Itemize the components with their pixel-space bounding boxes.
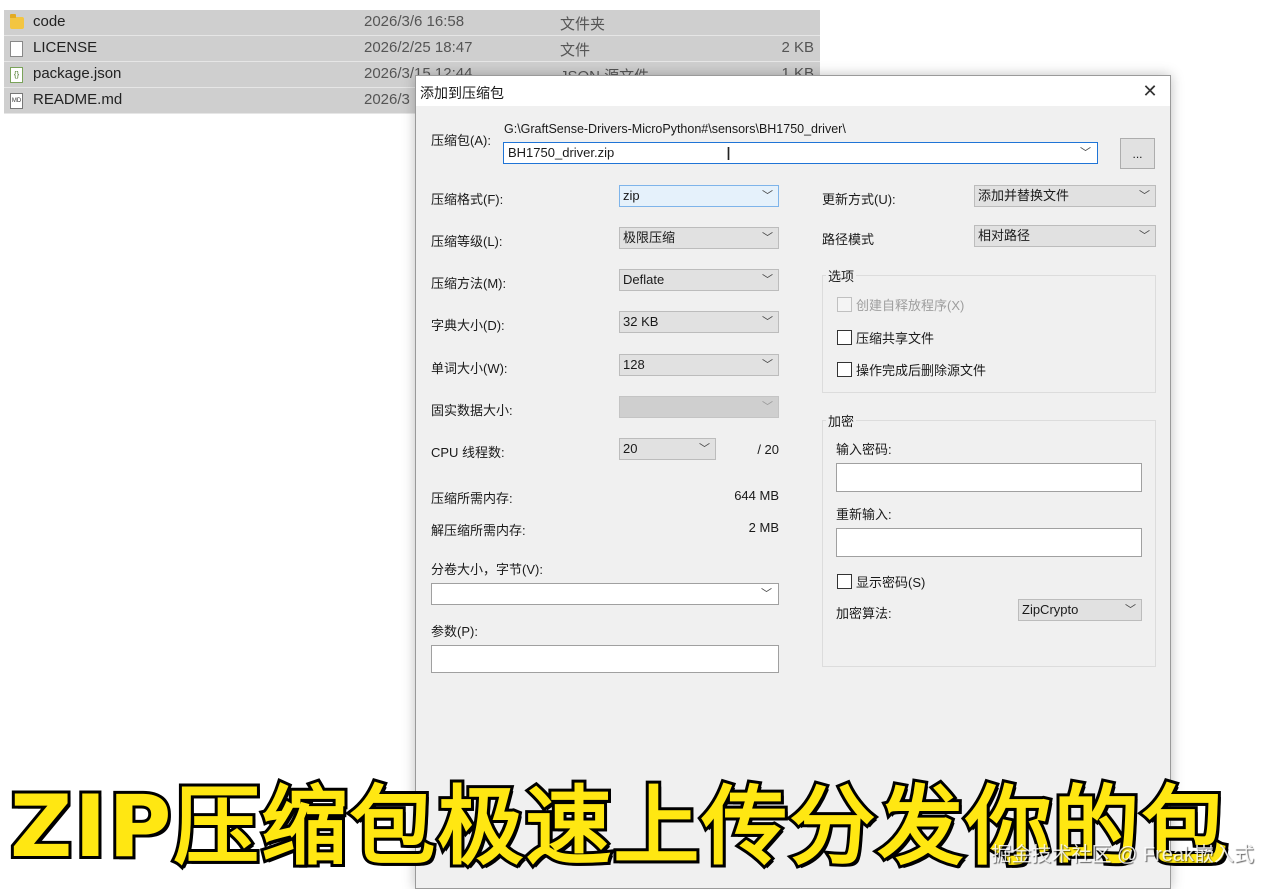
- solid-label: 固实数据大小:: [431, 403, 513, 418]
- chevron-down-icon: ﹀: [762, 274, 773, 286]
- split-size-combobox[interactable]: ﹀: [431, 583, 779, 605]
- file-icon: [10, 41, 23, 57]
- format-select[interactable]: zip ﹀: [619, 185, 779, 207]
- cpu-select[interactable]: 20 ﹀: [619, 438, 716, 460]
- update-value: 添加并替换文件: [978, 188, 1070, 203]
- file-size: 2 KB: [781, 39, 814, 56]
- chevron-down-icon: ﹀: [761, 588, 772, 600]
- method-value: Deflate: [623, 272, 665, 287]
- word-select[interactable]: 128 ﹀: [619, 354, 779, 376]
- md-file-icon: MD: [10, 93, 23, 109]
- folder-icon: [10, 14, 24, 29]
- archive-label: 压缩包(A):: [431, 133, 491, 148]
- chevron-down-icon: ﹀: [699, 443, 710, 455]
- file-type: 文件夹: [560, 16, 606, 33]
- encryption-method-label: 加密算法:: [836, 606, 892, 621]
- file-name: README.md: [33, 91, 123, 108]
- word-label: 单词大小(W):: [431, 361, 508, 376]
- delete-source-checkbox[interactable]: 操作完成后删除源文件: [837, 360, 986, 379]
- mem-comp-label: 压缩所需内存:: [431, 491, 513, 506]
- password-label: 输入密码:: [836, 442, 892, 457]
- level-value: 极限压缩: [623, 230, 676, 245]
- browse-button[interactable]: ...: [1120, 138, 1155, 169]
- word-value: 128: [623, 357, 645, 372]
- dialog-titlebar[interactable]: 添加到压缩包 ✕: [416, 76, 1170, 106]
- update-select[interactable]: 添加并替换文件 ﹀: [974, 185, 1156, 207]
- method-label: 压缩方法(M):: [431, 276, 507, 291]
- chevron-down-icon: ﹀: [762, 316, 773, 328]
- create-sfx-checkbox: 创建自释放程序(X): [837, 295, 964, 314]
- reenter-label: 重新输入:: [836, 507, 892, 522]
- dialog-title: 添加到压缩包: [420, 85, 504, 101]
- mem-comp-value: 644 MB: [734, 488, 779, 503]
- file-row[interactable]: LICENSE 2026/2/25 18:47 文件 2 KB: [4, 36, 820, 62]
- file-name: LICENSE: [33, 39, 98, 56]
- chevron-down-icon: ﹀: [1125, 604, 1136, 616]
- dict-value: 32 KB: [623, 314, 659, 329]
- archive-name-combobox[interactable]: BH1750_driver.zip I ﹀: [503, 142, 1098, 164]
- json-file-icon: {}: [10, 67, 23, 83]
- chevron-down-icon: ﹀: [762, 190, 773, 202]
- add-to-archive-dialog: 添加到压缩包 ✕ 压缩包(A): G:\GraftSense-Drivers-M…: [415, 75, 1171, 889]
- method-select[interactable]: Deflate ﹀: [619, 269, 779, 291]
- show-password-checkbox[interactable]: 显示密码(S): [837, 572, 925, 591]
- chevron-down-icon: ﹀: [762, 232, 773, 244]
- file-date: 2026/3/6 16:58: [364, 13, 465, 30]
- dict-label: 字典大小(D):: [431, 318, 505, 333]
- split-label: 分卷大小，字节(V):: [431, 562, 543, 577]
- update-label: 更新方式(U):: [822, 192, 896, 207]
- path-mode-select[interactable]: 相对路径 ﹀: [974, 225, 1156, 247]
- reenter-password-input[interactable]: [836, 528, 1142, 557]
- checkbox-icon: [837, 330, 852, 345]
- watermark: 掘金技术社区 @ Freak嵌入式: [991, 844, 1254, 866]
- dict-select[interactable]: 32 KB ﹀: [619, 311, 779, 333]
- chevron-down-icon: ﹀: [762, 401, 773, 413]
- format-value: zip: [623, 188, 640, 203]
- encryption-method-value: ZipCrypto: [1022, 602, 1079, 617]
- encryption-title: 加密: [826, 411, 857, 430]
- file-name: code: [33, 13, 66, 30]
- compress-shared-label: 压缩共享文件: [856, 331, 935, 346]
- cpu-label: CPU 线程数:: [431, 445, 505, 460]
- level-label: 压缩等级(L):: [431, 234, 503, 249]
- chevron-down-icon: ﹀: [1139, 190, 1150, 202]
- text-cursor-icon: I: [726, 144, 732, 164]
- file-date: 2026/3: [364, 91, 410, 108]
- format-label: 压缩格式(F):: [431, 192, 504, 207]
- compress-shared-checkbox[interactable]: 压缩共享文件: [837, 328, 934, 347]
- checkbox-icon: [837, 574, 852, 589]
- options-title: 选项: [826, 266, 857, 285]
- chevron-down-icon: ﹀: [762, 359, 773, 371]
- cpu-total: / 20: [757, 442, 779, 457]
- solid-select: ﹀: [619, 396, 779, 418]
- file-row[interactable]: code 2026/3/6 16:58 文件夹: [4, 10, 820, 36]
- archive-path: G:\GraftSense-Drivers-MicroPython#\senso…: [504, 122, 846, 136]
- show-password-label: 显示密码(S): [856, 575, 926, 590]
- params-label: 参数(P):: [431, 624, 478, 639]
- level-select[interactable]: 极限压缩 ﹀: [619, 227, 779, 249]
- checkbox-icon: [837, 362, 852, 377]
- checkbox-icon: [837, 297, 852, 312]
- cpu-value: 20: [623, 441, 638, 456]
- encryption-method-select[interactable]: ZipCrypto ﹀: [1018, 599, 1142, 621]
- archive-name-value: BH1750_driver.zip: [508, 145, 615, 160]
- mem-decomp-label: 解压缩所需内存:: [431, 523, 526, 538]
- file-type: 文件: [560, 42, 591, 59]
- create-sfx-label: 创建自释放程序(X): [856, 298, 965, 313]
- params-input[interactable]: [431, 645, 779, 673]
- mem-decomp-value: 2 MB: [748, 520, 779, 535]
- password-input[interactable]: [836, 463, 1142, 492]
- delete-source-label: 操作完成后删除源文件: [856, 363, 987, 378]
- chevron-down-icon: ﹀: [1080, 147, 1091, 159]
- close-button[interactable]: ✕: [1130, 76, 1170, 106]
- file-name: package.json: [33, 65, 122, 82]
- path-mode-value: 相对路径: [978, 228, 1031, 243]
- file-date: 2026/2/25 18:47: [364, 39, 473, 56]
- chevron-down-icon: ﹀: [1139, 230, 1150, 242]
- path-mode-label: 路径模式: [822, 232, 875, 247]
